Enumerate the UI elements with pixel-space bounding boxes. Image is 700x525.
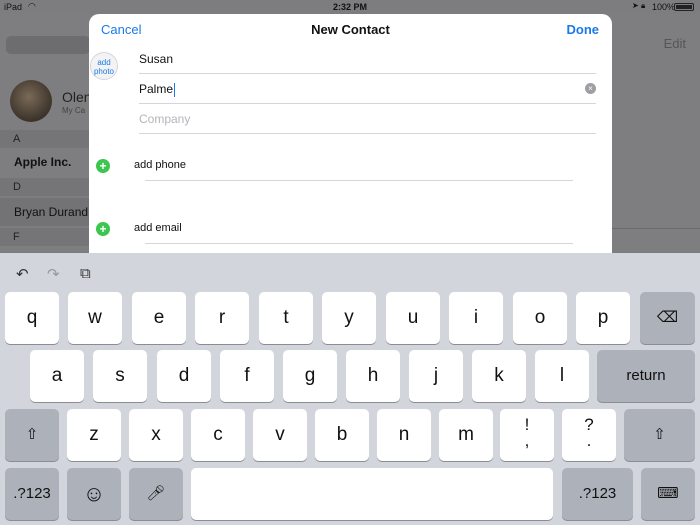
section-header-a: A (0, 130, 90, 148)
paste-icon[interactable]: ⧉ (80, 265, 91, 282)
key-a[interactable]: a (30, 350, 84, 402)
keyboard-icon: ⌨ (657, 485, 679, 502)
key-k[interactable]: k (472, 350, 526, 402)
key-t[interactable]: t (259, 292, 313, 344)
text-cursor (174, 82, 176, 97)
add-photo-button[interactable]: add photo (90, 52, 118, 80)
key-u[interactable]: u (386, 292, 440, 344)
key-n[interactable]: n (377, 409, 431, 461)
battery-percent: 100% (652, 2, 676, 12)
key-s[interactable]: s (93, 350, 147, 402)
company-field[interactable]: Company (139, 104, 596, 134)
search-field[interactable] (6, 36, 90, 54)
key-b[interactable]: b (315, 409, 369, 461)
key-v[interactable]: v (253, 409, 307, 461)
location-icon: ➤ (632, 1, 639, 10)
add-email-label: add email (134, 222, 182, 234)
add-phone-plus-icon[interactable]: + (96, 159, 110, 173)
company-placeholder: Company (139, 112, 191, 126)
key-i[interactable]: i (449, 292, 503, 344)
key-h[interactable]: h (346, 350, 400, 402)
key-l[interactable]: l (535, 350, 589, 402)
contact-row[interactable]: Apple Inc. (0, 148, 90, 176)
battery-icon (674, 3, 694, 11)
key-o[interactable]: o (513, 292, 567, 344)
key-m[interactable]: m (439, 409, 493, 461)
divider (145, 180, 573, 181)
key-g[interactable]: g (283, 350, 337, 402)
key-y[interactable]: y (322, 292, 376, 344)
undo-icon[interactable]: ↶ (16, 265, 29, 283)
shift-key-right[interactable]: ⇧ (624, 409, 695, 461)
first-name-field[interactable]: Susan (139, 44, 596, 74)
key-f[interactable]: f (220, 350, 274, 402)
add-phone-row[interactable]: + add phone (96, 151, 581, 181)
key-bottom-char: , (524, 431, 530, 450)
last-name-field[interactable]: Palme × (139, 74, 596, 104)
key-r[interactable]: r (195, 292, 249, 344)
clear-text-icon[interactable]: × (585, 83, 596, 94)
dictation-key[interactable]: 🎤︎ (129, 468, 183, 520)
clock: 2:32 PM (332, 2, 367, 12)
key-w[interactable]: w (68, 292, 122, 344)
key-e[interactable]: e (132, 292, 186, 344)
key-z[interactable]: z (67, 409, 121, 461)
rotation-lock-icon: 🔒︎ (641, 1, 646, 10)
key-exclamation-comma[interactable]: ! , (500, 409, 554, 461)
key-j[interactable]: j (409, 350, 463, 402)
shift-key-left[interactable]: ⇧ (5, 409, 59, 461)
key-question-period[interactable]: ? . (562, 409, 616, 461)
first-name-value: Susan (139, 52, 174, 66)
numbers-key-right[interactable]: .?123 (562, 468, 633, 520)
edit-button[interactable]: Edit (664, 36, 686, 51)
shift-icon: ⇧ (653, 426, 666, 443)
section-header-f: F (0, 228, 90, 246)
section-header-d: D (0, 178, 90, 196)
shift-icon: ⇧ (25, 426, 39, 443)
my-card-subtitle: My Ca (62, 106, 86, 115)
key-x[interactable]: x (129, 409, 183, 461)
key-p[interactable]: p (576, 292, 630, 344)
sheet-title: New Contact (311, 22, 390, 37)
add-email-plus-icon[interactable]: + (96, 222, 110, 236)
my-card-name: Olen (62, 89, 92, 105)
redo-icon[interactable]: ↷ (47, 265, 60, 283)
add-phone-label: add phone (134, 159, 186, 171)
new-contact-sheet: Cancel New Contact Done add photo Susan … (89, 14, 612, 254)
space-bar[interactable] (191, 468, 553, 520)
contact-row[interactable]: Bryan Durand (0, 198, 90, 226)
key-bottom-char: . (586, 431, 592, 450)
divider (145, 243, 573, 244)
return-key[interactable]: return (597, 350, 695, 402)
emoji-icon: ☺ (82, 481, 106, 506)
last-name-value: Palme (139, 82, 174, 96)
emoji-key[interactable]: ☺ (67, 468, 121, 520)
divider (612, 228, 700, 229)
microphone-icon: 🎤︎ (146, 485, 166, 502)
hide-keyboard-key[interactable]: ⌨ (641, 468, 695, 520)
key-d[interactable]: d (157, 350, 211, 402)
done-button[interactable]: Done (567, 22, 600, 37)
key-q[interactable]: q (5, 292, 59, 344)
delete-key[interactable]: ⌫ (640, 292, 695, 344)
delete-icon: ⌫ (656, 309, 679, 326)
contact-name: Bryan Durand (14, 205, 89, 219)
my-card-avatar (10, 80, 52, 122)
key-c[interactable]: c (191, 409, 245, 461)
status-bar: iPad ◠ 2:32 PM ➤ 🔒︎ 100% (0, 0, 700, 14)
add-email-row[interactable]: + add email (96, 214, 581, 244)
numbers-key-left[interactable]: .?123 (5, 468, 59, 520)
